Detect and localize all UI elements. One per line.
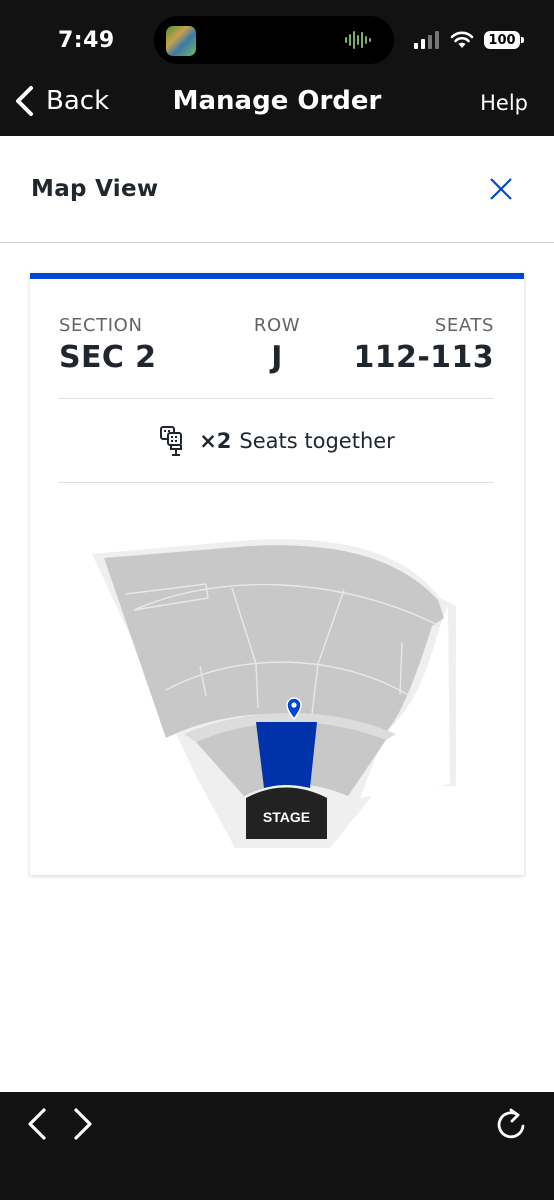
row-label: ROW [253, 315, 301, 336]
seats-together-icon [160, 426, 183, 456]
bottom-toolbar [0, 1092, 554, 1200]
battery-level: 100 [488, 32, 516, 48]
help-link[interactable]: Help [480, 91, 528, 115]
seats-info: SEATS 112-113 [354, 315, 495, 375]
chevron-left-icon[interactable] [22, 1106, 56, 1142]
ticket-card: SECTION SEC 2 ROW J SEATS 112-113 ×2 Sea… [30, 273, 524, 875]
now-playing-artwork[interactable] [166, 26, 196, 56]
seats-together-count: ×2 [199, 429, 232, 453]
dynamic-island [154, 16, 394, 64]
chevron-right-icon[interactable] [64, 1106, 98, 1142]
upper-section [104, 545, 444, 738]
top-bar: 7:49 100 Back Manage Order Help [0, 0, 554, 136]
status-icons: 100 [414, 28, 524, 52]
refresh-icon[interactable] [494, 1106, 528, 1142]
seats-together-text: Seats together [239, 429, 395, 453]
close-icon[interactable] [488, 176, 514, 202]
divider [58, 398, 494, 399]
back-label: Back [46, 86, 110, 116]
battery-indicator: 100 [484, 31, 524, 49]
chevron-left-icon [16, 86, 33, 116]
status-time: 7:49 [58, 28, 115, 53]
map-view-title: Map View [31, 176, 159, 202]
seats-value: 112-113 [353, 340, 494, 375]
map-view-header: Map View [0, 136, 554, 243]
seats-label: SEATS [434, 315, 494, 336]
page-title: Manage Order [172, 86, 382, 116]
seats-together: ×2 Seats together [30, 425, 524, 457]
stage-label: STAGE [263, 809, 310, 825]
seat-map[interactable]: STAGE [30, 534, 524, 864]
selected-section-sec-2[interactable] [256, 722, 317, 788]
signal-icon [414, 31, 439, 49]
audio-waveform-icon [345, 31, 371, 49]
divider [58, 482, 494, 483]
wifi-icon [450, 31, 474, 48]
back-button[interactable]: Back [12, 84, 109, 118]
